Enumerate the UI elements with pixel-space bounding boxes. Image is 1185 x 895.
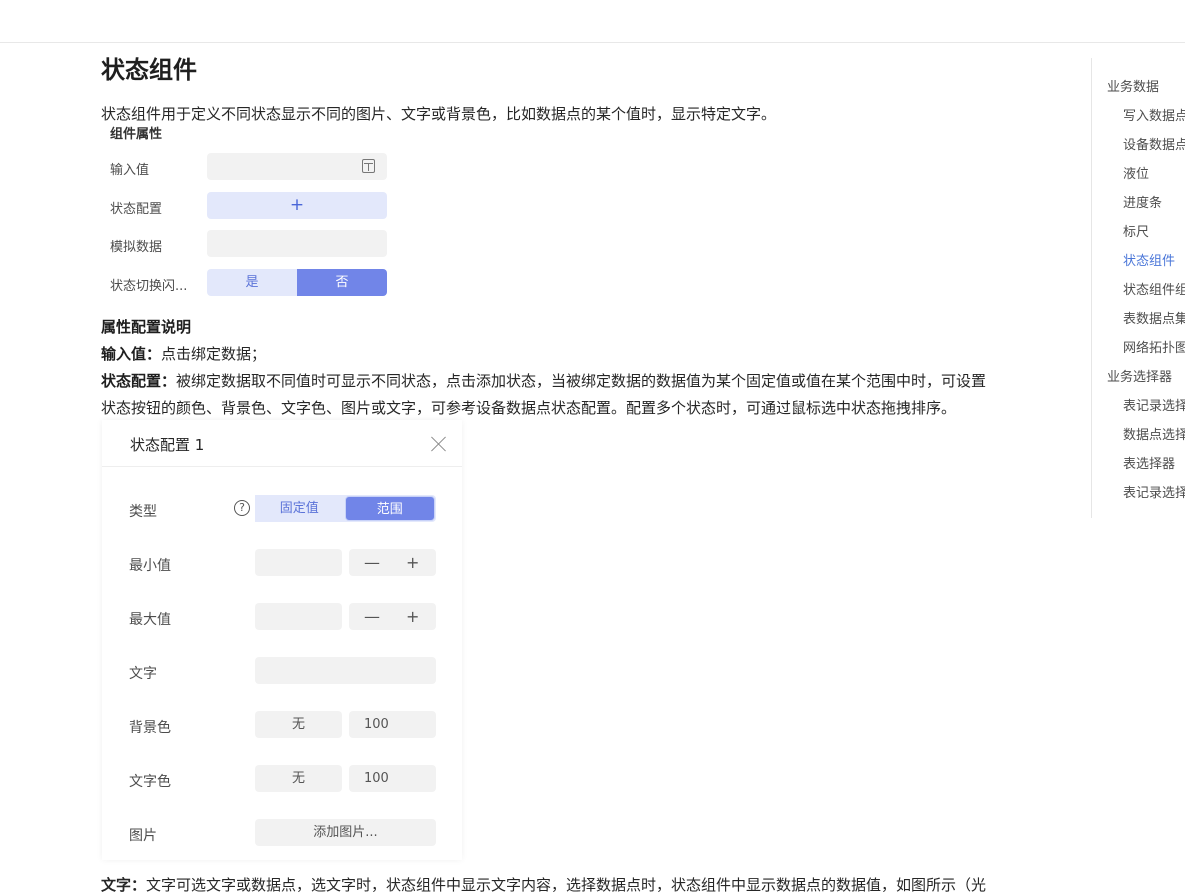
toc-item[interactable]: 数据点选择 [1123, 424, 1185, 443]
toc-item[interactable]: 表记录选择 [1123, 482, 1185, 501]
help-icon[interactable]: ? [234, 500, 250, 516]
calculator-icon[interactable] [362, 159, 375, 173]
toc-item-active[interactable]: 状态组件 [1123, 250, 1175, 269]
min-value-input[interactable] [255, 549, 342, 576]
top-bar [0, 0, 1185, 43]
bg-opacity-input[interactable]: 100 [349, 711, 436, 738]
type-toggle: 固定值 范围 [255, 495, 436, 522]
type-row: 类型 ? 固定值 范围 [102, 495, 462, 523]
bg-color-label: 背景色 [129, 720, 171, 736]
max-decrement-button[interactable]: — [364, 603, 380, 630]
max-value-row: 最大值 — + [102, 603, 462, 631]
blink-no-option[interactable]: 否 [297, 269, 387, 296]
close-icon[interactable] [431, 436, 447, 452]
intro-text: 状态组件用于定义不同状态显示不同的图片、文字或背景色，比如数据点的某个值时，显示… [101, 105, 777, 123]
page-title: 状态组件 [101, 56, 197, 84]
toc-item[interactable]: 表数据点集 [1123, 308, 1185, 327]
mock-data-field[interactable] [207, 230, 387, 257]
state-blink-label: 状态切换闪... [110, 279, 188, 294]
image-label: 图片 [129, 828, 157, 844]
table-of-contents: 业务数据 写入数据点 设备数据点 液位 进度条 标尺 状态组件 状态组件组 表数… [1091, 58, 1185, 518]
input-value-field[interactable] [207, 153, 387, 180]
toc-item[interactable]: 写入数据点 [1123, 105, 1185, 124]
bg-color-row: 背景色 无 100 [102, 711, 462, 739]
prop-row-mock-data: 模拟数据 [110, 230, 390, 258]
description-heading: 属性配置说明 [101, 318, 192, 336]
text-opacity-input[interactable]: 100 [349, 765, 436, 792]
input-value-label: 输入值 [110, 163, 150, 178]
add-image-button[interactable]: 添加图片... [255, 819, 436, 846]
toc-item[interactable]: 表记录选择 [1123, 395, 1185, 414]
dialog-title: 状态配置 1 [130, 436, 205, 454]
add-state-button[interactable]: + [207, 192, 387, 219]
toc-item[interactable]: 进度条 [1123, 192, 1162, 211]
max-value-input[interactable] [255, 603, 342, 630]
type-fixed-option[interactable]: 固定值 [255, 495, 344, 522]
input-value-term: 输入值： [101, 345, 162, 363]
type-label: 类型 [129, 504, 157, 520]
state-config-label: 状态配置 [110, 202, 163, 217]
type-range-option[interactable]: 范围 [344, 496, 435, 521]
text-row: 文字 [102, 657, 462, 685]
input-value-text: 点击绑定数据； [161, 345, 267, 363]
input-value-description: 输入值：点击绑定数据； [101, 343, 266, 364]
state-config-description-cont: 状态按钮的颜色、背景色、文字色、图片或文字，可参考设备数据点状态配置。配置多个状… [101, 399, 957, 417]
text-color-label: 文字色 [129, 774, 171, 790]
toc-item[interactable]: 设备数据点 [1123, 134, 1185, 153]
min-increment-button[interactable]: + [406, 549, 419, 576]
state-config-term: 状态配置： [101, 372, 177, 390]
toc-item[interactable]: 标尺 [1123, 221, 1149, 240]
toc-item[interactable]: 表选择器 [1123, 453, 1175, 472]
text-term: 文字： [101, 876, 147, 894]
prop-row-state-blink: 状态切换闪... 是 否 [110, 269, 390, 297]
state-config-description: 状态配置：被绑定数据取不同值时可显示不同状态，点击添加状态，当被绑定数据的数据值… [101, 370, 986, 391]
toc-item[interactable]: 液位 [1123, 163, 1149, 182]
toc-item[interactable]: 业务数据 [1107, 76, 1159, 95]
blink-yes-option[interactable]: 是 [207, 269, 297, 296]
state-config-text-1: 被绑定数据取不同值时可显示不同状态，点击添加状态，当被绑定数据的数据值为某个固定… [176, 372, 987, 390]
state-config-dialog: 状态配置 1 类型 ? 固定值 范围 最小值 — + 最大值 — + 文字 背景… [102, 420, 462, 860]
text-color-picker[interactable]: 无 [255, 765, 342, 792]
bg-color-picker[interactable]: 无 [255, 711, 342, 738]
image-row: 图片 添加图片... [102, 819, 462, 847]
properties-title: 组件属性 [110, 127, 163, 142]
toc-item[interactable]: 网络拓扑图 [1123, 337, 1185, 356]
min-value-row: 最小值 — + [102, 549, 462, 577]
prop-row-state-config: 状态配置 + [110, 192, 390, 220]
text-description-text: 文字可选文字或数据点，选文字时，状态组件中显示文字内容，选择数据点时，状态组件中… [146, 876, 987, 894]
min-decrement-button[interactable]: — [364, 549, 380, 576]
state-blink-toggle: 是 否 [207, 269, 387, 296]
dialog-header: 状态配置 1 [102, 420, 462, 467]
mock-data-label: 模拟数据 [110, 240, 163, 255]
text-color-row: 文字色 无 100 [102, 765, 462, 793]
max-value-stepper: — + [349, 603, 436, 630]
text-label: 文字 [129, 666, 157, 682]
text-input[interactable] [255, 657, 436, 684]
min-value-stepper: — + [349, 549, 436, 576]
max-value-label: 最大值 [129, 612, 171, 628]
toc-item[interactable]: 状态组件组 [1123, 279, 1185, 298]
text-description: 文字：文字可选文字或数据点，选文字时，状态组件中显示文字内容，选择数据点时，状态… [101, 874, 986, 895]
toc-item[interactable]: 业务选择器 [1107, 366, 1172, 385]
max-increment-button[interactable]: + [406, 603, 419, 630]
min-value-label: 最小值 [129, 558, 171, 574]
prop-row-input-value: 输入值 [110, 153, 390, 181]
